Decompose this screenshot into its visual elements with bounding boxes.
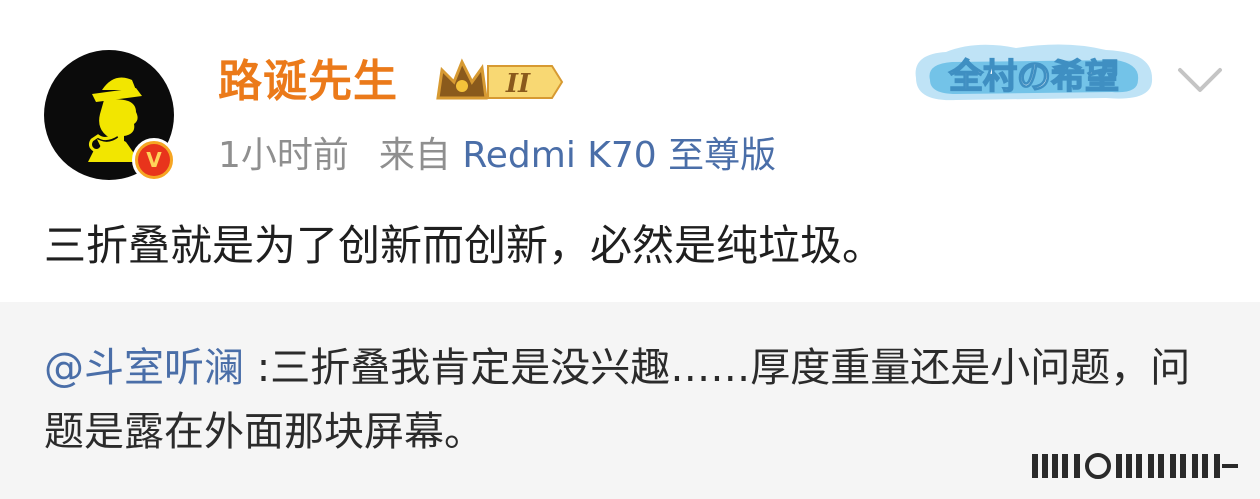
post-menu-chevron[interactable] (1176, 66, 1224, 100)
post-time: 1小时前 (218, 135, 349, 176)
topic-badge[interactable]: 全村の希望 (906, 38, 1162, 112)
watermark-glyph (1032, 450, 1242, 486)
chevron-down-icon (1178, 68, 1222, 92)
verified-badge: V (132, 138, 176, 182)
svg-text:全村の希望: 全村の希望 (948, 57, 1119, 97)
device-link[interactable]: Redmi K70 至尊版 (462, 135, 776, 176)
verified-v-icon: V (138, 144, 170, 176)
quoted-repost[interactable]: @斗室听澜 :三折叠我肯定是没兴趣……厚度重量还是小问题，问题是露在外面那块屏幕… (0, 302, 1260, 499)
svg-text:V: V (146, 148, 162, 172)
quote-separator: : (244, 345, 271, 391)
svg-text:II: II (505, 69, 531, 99)
member-crown[interactable]: II (434, 56, 566, 112)
post-meta: 1小时前 来自 Redmi K70 至尊版 (218, 130, 776, 182)
post-text: 三折叠就是为了创新而创新，必然是纯垃圾。 (44, 221, 885, 270)
username[interactable]: 路诞先生 (218, 52, 398, 112)
quote-body: @斗室听澜 :三折叠我肯定是没兴趣……厚度重量还是小问题，问题是露在外面那块屏幕… (44, 336, 1204, 464)
crown-icon: II (436, 58, 564, 100)
source-prefix: 来自 (378, 135, 451, 176)
mention-link[interactable]: @斗室听澜 (44, 345, 244, 391)
weibo-post: V 路诞先生 II 1小时前 来自 Redmi K70 至尊版 全村の希望 三折叠… (0, 0, 1260, 302)
